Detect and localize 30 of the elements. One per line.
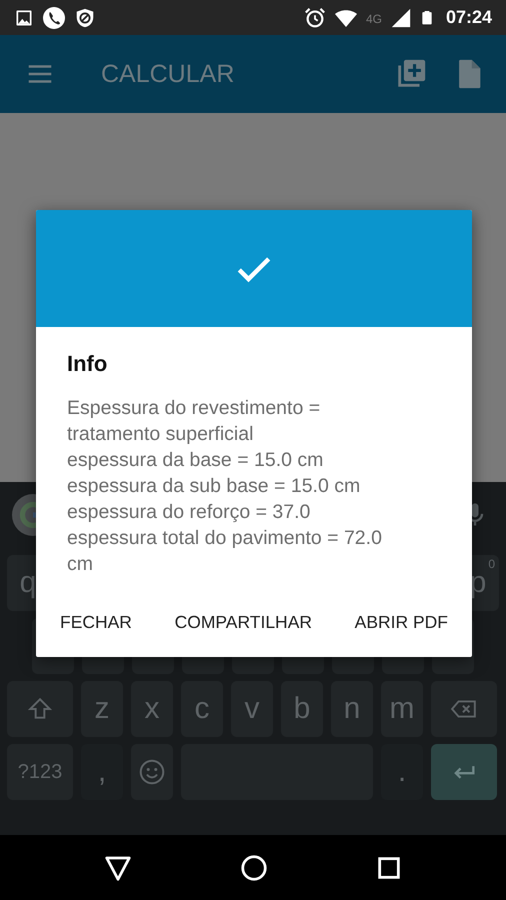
- enter-key[interactable]: [431, 744, 497, 800]
- network-label: 4G: [366, 12, 382, 26]
- dialog-button[interactable]: FECHAR: [52, 606, 140, 639]
- phone-icon: [42, 6, 66, 30]
- key-hint: 0: [488, 557, 495, 571]
- keyboard-key[interactable]: z: [81, 681, 123, 737]
- emoji-key[interactable]: [131, 744, 173, 800]
- dialog-button[interactable]: COMPARTILHAR: [166, 606, 320, 639]
- dialog-message: Espessura do revestimento = tratamento superficial espessura da base = 15.0 cm espessura da sub base = 15.0 cm espessura do reforço = 37.0 espessura total do pavimento = 72.0 cm: [67, 396, 383, 577]
- dialog-button[interactable]: ABRIR PDF: [346, 606, 456, 639]
- shield-icon: [74, 6, 96, 28]
- clock-time: 07:24: [446, 7, 492, 28]
- signal-icon: [390, 6, 412, 28]
- alarm-clock-icon: [304, 6, 326, 28]
- image-icon: [14, 8, 34, 28]
- emoji-icon: [137, 757, 167, 787]
- keyboard-key[interactable]: m: [381, 681, 423, 737]
- period-key[interactable]: .: [381, 744, 423, 800]
- symbols-key[interactable]: ?123: [7, 744, 73, 800]
- app-title: CALCULAR: [101, 60, 236, 88]
- dialog-title: Info: [67, 351, 108, 377]
- backspace-key[interactable]: [431, 681, 497, 737]
- keyboard-key[interactable]: v: [231, 681, 273, 737]
- shift-key[interactable]: [7, 681, 73, 737]
- keyboard-key[interactable]: n: [331, 681, 373, 737]
- keyboard-key[interactable]: b: [281, 681, 323, 737]
- keyboard-key[interactable]: x: [131, 681, 173, 737]
- home-icon[interactable]: [239, 852, 269, 882]
- keyboard-key[interactable]: c: [181, 681, 223, 737]
- comma-key[interactable]: ,: [81, 744, 123, 800]
